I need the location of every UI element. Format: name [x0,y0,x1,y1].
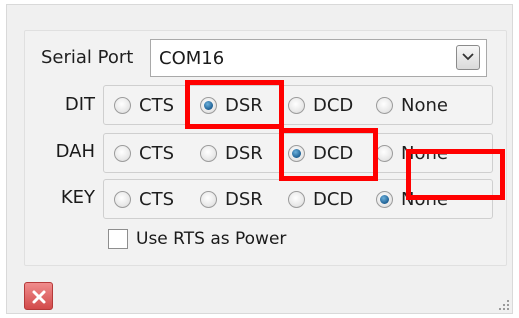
rts-power-option[interactable]: Use RTS as Power [108,229,286,249]
radio-icon[interactable] [114,190,131,208]
radio-icon[interactable] [200,144,217,162]
radio-icon[interactable] [376,96,393,114]
rts-power-label: Use RTS as Power [136,229,287,249]
dah-option-cts-label: CTS [139,142,174,164]
highlight-dcd [279,128,378,181]
key-option-dsr-label: DSR [225,188,263,210]
dit-option-cts[interactable]: CTS [114,94,174,116]
dit-option-dcd[interactable]: DCD [288,94,353,116]
dit-option-dcd-label: DCD [313,94,354,116]
chevron-down-icon [462,53,474,61]
radio-selected-icon[interactable] [376,190,393,208]
dropdown-button[interactable] [456,45,480,70]
highlight-none [406,149,505,200]
serial-port-dropdown[interactable]: COM16 [150,39,487,77]
key-option-dsr[interactable]: DSR [200,188,263,210]
serial-port-value: COM16 [159,48,225,69]
resize-grip-icon[interactable] [497,298,511,312]
highlight-dsr [185,80,284,129]
key-label: KEY [60,187,95,208]
dah-label: DAH [55,141,95,162]
key-option-cts[interactable]: CTS [114,188,174,210]
dit-options: CTS DSR DCD None [103,85,493,125]
dah-option-cts[interactable]: CTS [114,142,174,164]
dit-option-none-label: None [401,94,448,116]
close-button[interactable] [24,282,53,310]
key-option-cts-label: CTS [139,188,174,210]
radio-icon[interactable] [200,190,217,208]
radio-icon[interactable] [114,96,131,114]
serial-port-label: Serial Port [41,47,134,68]
close-icon [32,290,46,304]
radio-icon[interactable] [376,144,393,162]
key-option-dcd[interactable]: DCD [288,188,353,210]
dit-option-none[interactable]: None [376,94,448,116]
rts-power-checkbox[interactable] [108,229,128,249]
dit-option-cts-label: CTS [139,94,174,116]
key-option-dcd-label: DCD [313,188,354,210]
radio-icon[interactable] [114,144,131,162]
radio-icon[interactable] [288,190,305,208]
dah-option-dsr[interactable]: DSR [200,142,263,164]
dit-label: DIT [64,94,95,115]
dah-option-dsr-label: DSR [225,142,263,164]
radio-icon[interactable] [288,96,305,114]
